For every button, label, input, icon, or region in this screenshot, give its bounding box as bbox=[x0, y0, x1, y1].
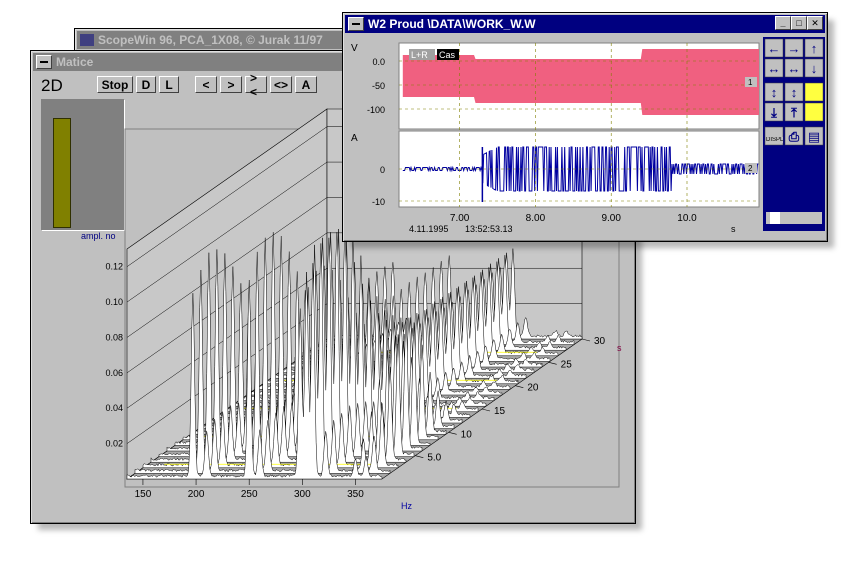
time-tick-label: 10.0 bbox=[677, 213, 697, 224]
y-tick-label: 25 bbox=[561, 359, 573, 370]
lower-tick-label: -10 bbox=[372, 197, 385, 207]
z-tick-label: 0.02 bbox=[105, 439, 123, 449]
shrink-h-icon: ↔ bbox=[788, 61, 801, 76]
x-tick-label: 150 bbox=[135, 489, 152, 500]
shrink-v-icon: ↕ bbox=[791, 85, 798, 100]
y-tick-label: 5.0 bbox=[427, 453, 441, 464]
pan-down-icon: ↓ bbox=[811, 61, 818, 76]
time-label: 13:52:53.13 bbox=[465, 224, 513, 234]
lower-tick-label: 0 bbox=[380, 165, 385, 175]
pan-left-icon: ← bbox=[768, 41, 781, 56]
upper-tick-label: 0.0 bbox=[372, 57, 385, 67]
minimize-button[interactable]: _ bbox=[775, 16, 791, 30]
z-tick-label: 0.12 bbox=[105, 262, 123, 272]
side-panel: ← → ↑ ↔ ↔ ↓ ↕ ↕ ⤓ ⤒ ⎙ ▤ DISPL bbox=[763, 37, 825, 231]
side-scrollbar[interactable] bbox=[766, 212, 822, 224]
y-tick-label: 20 bbox=[527, 383, 539, 394]
date-label: 4.11.1995 bbox=[409, 224, 448, 234]
x-unit-label: Hz bbox=[401, 501, 412, 511]
pan-up-icon: ↑ bbox=[811, 41, 818, 56]
pan-right-icon: → bbox=[788, 41, 801, 56]
upper-tick-label: -50 bbox=[372, 81, 385, 91]
cursor-down-icon: ⤓ bbox=[770, 105, 777, 120]
expand-v-icon: ↕ bbox=[771, 85, 778, 100]
maximize-button[interactable]: □ bbox=[791, 16, 807, 30]
displ-label[interactable]: DISPL bbox=[766, 137, 783, 143]
yellow-grid-button bbox=[805, 103, 823, 121]
time-tick-label: 9.00 bbox=[601, 213, 621, 224]
time-tick-label: 7.00 bbox=[450, 213, 470, 224]
expand-h-icon: ↔ bbox=[768, 61, 781, 76]
lower-unit-label: A bbox=[351, 133, 358, 144]
z-tick-label: 0.10 bbox=[105, 297, 123, 307]
y-tick-label: 10 bbox=[461, 429, 473, 440]
legend-lr: L+R bbox=[411, 50, 428, 60]
time-tick-label: 8.00 bbox=[526, 213, 546, 224]
legend-cas: Cas bbox=[439, 50, 456, 60]
navigation-buttons: ← → ↑ ↔ ↔ ↓ ↕ ↕ ⤓ ⤒ ⎙ ▤ bbox=[763, 37, 825, 231]
signal-display: 7.00 8.00 9.00 10.0 0.0 -50 -100 0 -10 V A L+R Cas 1 2… bbox=[347, 37, 761, 237]
upper-tick-label: -100 bbox=[367, 105, 385, 115]
y-unit-label: s bbox=[617, 343, 622, 353]
z-tick-label: 0.06 bbox=[105, 368, 123, 378]
w2-window: W2 Proud \DATA\WORK_W.W _ □ ✕ 7.00 8.00 9.… bbox=[342, 12, 828, 242]
scopewin-titlebar[interactable]: ScopeWin 96, PCA_1X08, © Jurak 11/97 bbox=[77, 31, 353, 49]
x-tick-label: 300 bbox=[294, 489, 311, 500]
scopewin-title: ScopeWin 96, PCA_1X08, © Jurak 11/97 bbox=[98, 33, 323, 47]
x-tick-label: 350 bbox=[347, 489, 364, 500]
z-tick-label: 0.04 bbox=[105, 403, 123, 413]
system-menu-icon[interactable] bbox=[348, 17, 364, 31]
app-icon bbox=[80, 34, 94, 46]
time-unit-label: s bbox=[731, 224, 736, 234]
settings-icon: ▤ bbox=[808, 129, 820, 144]
w2-title: W2 Proud \DATA\WORK_W.W bbox=[368, 17, 536, 31]
x-tick-label: 250 bbox=[241, 489, 258, 500]
channel-2-marker: 2 bbox=[748, 164, 753, 173]
y-tick-label: 30 bbox=[594, 336, 606, 347]
upper-unit-label: V bbox=[351, 43, 358, 54]
x-tick-label: 200 bbox=[188, 489, 205, 500]
scopewin-window: ScopeWin 96, PCA_1X08, © Jurak 11/97 bbox=[74, 28, 356, 52]
w2-titlebar[interactable]: W2 Proud \DATA\WORK_W.W bbox=[345, 15, 825, 33]
print-icon: ⎙ bbox=[788, 129, 800, 144]
y-tick-label: 15 bbox=[494, 406, 506, 417]
channel-1-marker: 1 bbox=[748, 78, 753, 87]
cursor-up-icon: ⤒ bbox=[790, 105, 797, 120]
z-tick-label: 0.08 bbox=[105, 332, 123, 342]
close-button[interactable]: ✕ bbox=[807, 16, 823, 30]
yellow-mode-button bbox=[805, 83, 823, 101]
